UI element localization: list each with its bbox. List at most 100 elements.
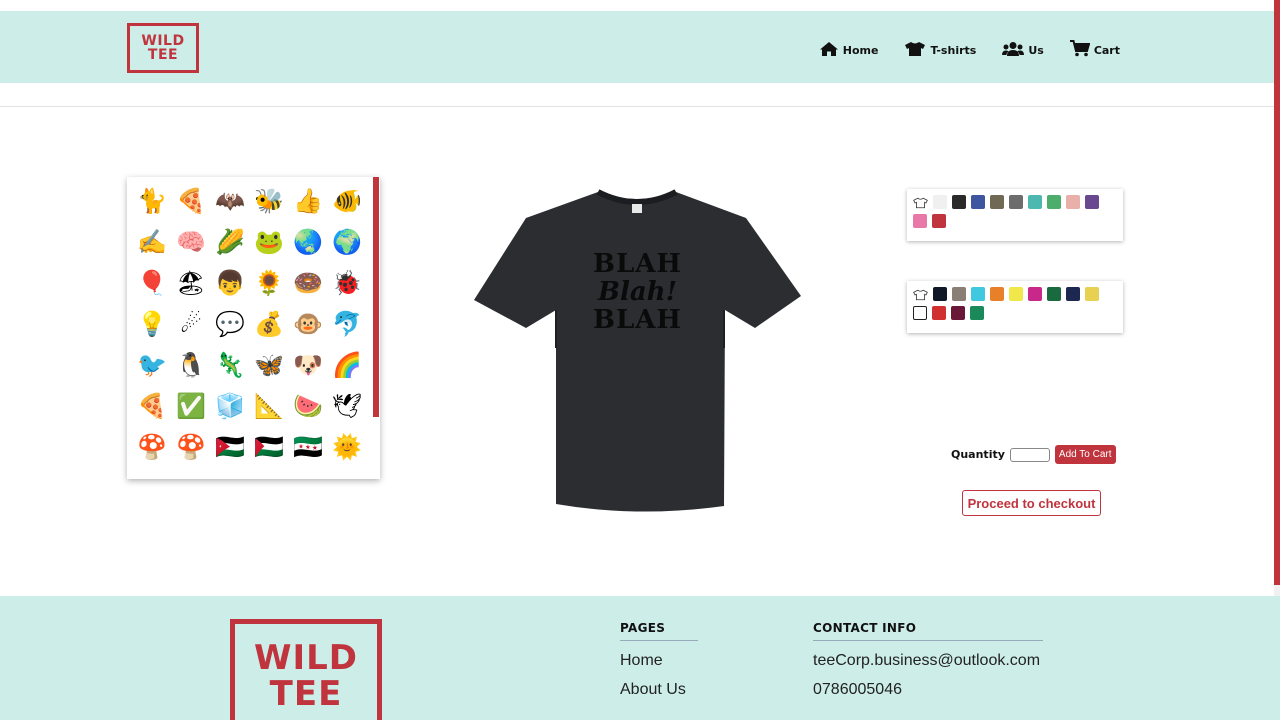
sticker-picker[interactable]: 🐈 🍕 🦇 🐝 👍 🐠 ✍ 🧠 🌽 🐸 🌏 🌍 🎈 🏖 👦 🌻 🍩 🐞 💡 ☄ …	[127, 177, 380, 479]
footer-phone[interactable]: 0786005046	[813, 680, 1043, 699]
sticker[interactable]: 🐦	[135, 349, 169, 383]
home-icon	[819, 41, 838, 56]
sticker[interactable]: ✅	[174, 390, 208, 424]
logo-text-tee: TEE	[269, 674, 343, 714]
tshirt-preview: BLAH Blah! BLAH	[470, 188, 805, 516]
nav-home-label: Home	[842, 43, 879, 57]
sticker[interactable]: 💡	[135, 308, 169, 342]
footer-contact: CONTACT INFO teeCorp.business@outlook.co…	[813, 621, 1043, 699]
sticker[interactable]: 🧊	[213, 390, 247, 424]
add-to-cart-button[interactable]: Add To Cart	[1054, 445, 1116, 464]
color-swatch[interactable]	[1009, 287, 1023, 301]
sticker[interactable]: 👍	[291, 185, 325, 219]
logo-text-tee: TEE	[147, 46, 179, 63]
sticker[interactable]: 👦	[213, 267, 247, 301]
sticker[interactable]: 🌻	[252, 267, 286, 301]
color-swatch[interactable]	[1028, 287, 1042, 301]
sticker[interactable]: 🦇	[213, 185, 247, 219]
sticker[interactable]: 🦋	[252, 349, 286, 383]
sticker[interactable]: 🎈	[135, 267, 169, 301]
sticker[interactable]: 🐞	[330, 267, 364, 301]
color-swatch[interactable]	[952, 287, 966, 301]
color-swatch[interactable]	[1047, 287, 1061, 301]
swatch-list	[913, 195, 1117, 228]
nav-us[interactable]: Us	[1002, 41, 1044, 57]
sticker[interactable]: 🌽	[213, 226, 247, 260]
proceed-to-checkout-button[interactable]: Proceed to checkout	[962, 490, 1101, 516]
nav-cart-label: Cart	[1093, 44, 1120, 57]
color-swatch[interactable]	[1066, 195, 1080, 209]
color-swatch[interactable]	[952, 195, 966, 209]
color-swatch[interactable]	[970, 306, 984, 320]
color-swatch[interactable]	[933, 287, 947, 301]
footer-link-home[interactable]: Home	[620, 651, 698, 670]
sticker[interactable]: 🌍	[330, 226, 364, 260]
sticker[interactable]: 🍉	[291, 390, 325, 424]
cart-icon	[1069, 40, 1090, 57]
color-swatch[interactable]	[1085, 287, 1099, 301]
print-line-1: BLAH	[593, 249, 682, 279]
sticker[interactable]: 🌈	[330, 349, 364, 383]
sticker[interactable]: 🇸🇾	[291, 431, 325, 465]
nav-tshirts[interactable]: T-shirts	[904, 41, 976, 57]
sticker[interactable]: 🌏	[291, 226, 325, 260]
swatch-list	[913, 287, 1117, 320]
sticker[interactable]: ✍	[135, 226, 169, 260]
sticker[interactable]: 🍩	[291, 267, 325, 301]
color-swatch[interactable]	[971, 195, 985, 209]
color-swatch[interactable]	[971, 287, 985, 301]
shirt-color-palette	[907, 189, 1123, 241]
sticker[interactable]: 🐝	[252, 185, 286, 219]
color-swatch[interactable]	[932, 306, 946, 320]
footer-link-about[interactable]: About Us	[620, 680, 698, 699]
sticker-scrollbar[interactable]	[373, 177, 379, 417]
color-swatch[interactable]	[1009, 195, 1023, 209]
footer-logo[interactable]: WILD TEE	[230, 619, 382, 720]
sticker[interactable]: 🏖	[174, 267, 208, 301]
sticker[interactable]: 🐸	[252, 226, 286, 260]
color-swatch[interactable]	[1047, 195, 1061, 209]
sticker[interactable]: 🧠	[174, 226, 208, 260]
color-swatch[interactable]	[913, 214, 927, 228]
sticker[interactable]: 🍄	[174, 431, 208, 465]
shirt-print-design[interactable]: BLAH Blah! BLAH	[470, 250, 805, 334]
header-logo[interactable]: WILD TEE	[127, 23, 199, 73]
sticker[interactable]: 🇵🇸	[252, 431, 286, 465]
sticker[interactable]: 💬	[213, 308, 247, 342]
nav-cart[interactable]: Cart	[1069, 40, 1120, 57]
nav-home[interactable]: Home	[819, 41, 879, 57]
sticker[interactable]: 🐧	[174, 349, 208, 383]
color-swatch[interactable]	[1028, 195, 1042, 209]
footer-pages-heading: PAGES	[620, 621, 698, 641]
logo-text-wild: WILD	[253, 638, 359, 678]
nav-us-label: Us	[1028, 43, 1044, 57]
sticker[interactable]: 💰	[252, 308, 286, 342]
color-swatch[interactable]	[933, 195, 947, 209]
sticker[interactable]: 🐬	[330, 308, 364, 342]
color-swatch[interactable]	[913, 306, 927, 320]
sticker[interactable]: 🦎	[213, 349, 247, 383]
sticker[interactable]: 📐	[252, 390, 286, 424]
color-swatch[interactable]	[990, 287, 1004, 301]
sticker[interactable]: 🌞	[330, 431, 364, 465]
sticker[interactable]: 🍕	[135, 390, 169, 424]
sticker[interactable]: ☄	[174, 308, 208, 342]
color-swatch[interactable]	[951, 306, 965, 320]
quantity-input[interactable]	[1009, 447, 1050, 462]
sticker[interactable]: 🐈	[135, 185, 169, 219]
page-scrollbar-thumb[interactable]	[1274, 0, 1280, 585]
sticker[interactable]: 🍄	[135, 431, 169, 465]
sticker[interactable]: 🇯🇴	[213, 431, 247, 465]
color-swatch[interactable]	[990, 195, 1004, 209]
footer-contact-heading: CONTACT INFO	[813, 621, 1043, 641]
sticker[interactable]: 🍕	[174, 185, 208, 219]
sticker[interactable]: 🐵	[291, 308, 325, 342]
sticker[interactable]: 🐶	[291, 349, 325, 383]
sticker[interactable]: 🕊	[330, 390, 364, 424]
print-line-2: Blah!	[597, 277, 677, 307]
color-swatch[interactable]	[932, 214, 946, 228]
color-swatch[interactable]	[1066, 287, 1080, 301]
footer-email[interactable]: teeCorp.business@outlook.com	[813, 651, 1043, 670]
sticker[interactable]: 🐠	[330, 185, 364, 219]
color-swatch[interactable]	[1085, 195, 1099, 209]
